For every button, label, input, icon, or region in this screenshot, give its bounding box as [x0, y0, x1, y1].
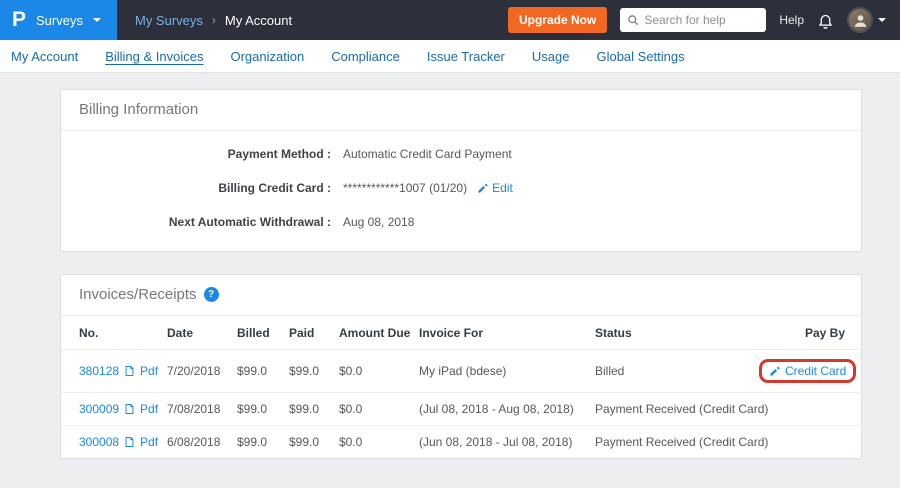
invoice-for: My iPad (bdese)	[419, 350, 595, 393]
payment-method-row: Payment Method : Automatic Credit Card P…	[79, 137, 843, 171]
billing-credit-card-value: ************1007 (01/20)	[343, 181, 467, 195]
invoice-number-link[interactable]: 300008	[79, 435, 119, 449]
invoice-pay-by	[759, 426, 863, 459]
billing-information-card: Billing Information Payment Method : Aut…	[60, 89, 862, 252]
pdf-file-icon	[124, 403, 135, 415]
col-billed: Billed	[237, 316, 289, 350]
invoice-date: 6/08/2018	[167, 426, 237, 459]
pdf-link[interactable]: Pdf	[140, 402, 158, 416]
invoice-status: Payment Received (Credit Card)	[595, 393, 759, 426]
topbar-actions: Upgrade Now Help	[508, 7, 900, 33]
tab-usage[interactable]: Usage	[532, 49, 570, 64]
brand-logo: P	[12, 8, 26, 32]
billing-information-body: Payment Method : Automatic Credit Card P…	[61, 131, 861, 251]
invoices-receipts-title: Invoices/Receipts	[79, 286, 197, 303]
pdf-link[interactable]: Pdf	[140, 364, 158, 378]
edit-credit-card-link[interactable]: Edit	[477, 181, 513, 195]
pdf-file-icon	[124, 436, 135, 448]
avatar	[847, 7, 873, 33]
invoices-table: No. Date Billed Paid Amount Due Invoice …	[61, 316, 863, 458]
invoices-receipts-card: Invoices/Receipts ? No. Date Billed Paid…	[60, 274, 862, 459]
invoice-amount-due: $0.0	[339, 393, 419, 426]
tab-issue-tracker[interactable]: Issue Tracker	[427, 49, 505, 64]
billing-credit-card-row: Billing Credit Card : ************1007 (…	[79, 171, 843, 205]
payment-method-value: Automatic Credit Card Payment	[343, 147, 512, 161]
invoice-date: 7/08/2018	[167, 393, 237, 426]
table-row: 380128 Pdf 7/20/2018 $99.0 $99.0 $0.0 My…	[61, 350, 863, 393]
billing-information-header: Billing Information	[61, 90, 861, 131]
chevron-down-icon	[878, 18, 886, 22]
product-switcher[interactable]: P Surveys	[0, 0, 117, 40]
user-menu[interactable]	[847, 7, 886, 33]
tab-compliance[interactable]: Compliance	[331, 49, 400, 64]
next-withdrawal-label: Next Automatic Withdrawal :	[79, 215, 331, 229]
invoices-receipts-header: Invoices/Receipts ?	[61, 275, 861, 316]
col-invoice-for: Invoice For	[419, 316, 595, 350]
breadcrumb: My Surveys › My Account	[135, 13, 292, 28]
notifications-bell-icon[interactable]	[817, 12, 834, 29]
invoice-status: Payment Received (Credit Card)	[595, 426, 759, 459]
table-header-row: No. Date Billed Paid Amount Due Invoice …	[61, 316, 863, 350]
invoice-status: Billed	[595, 350, 759, 393]
col-amount-due: Amount Due	[339, 316, 419, 350]
annotation-highlight: Credit Card	[759, 359, 856, 383]
help-search	[620, 8, 766, 32]
table-row: 300009 Pdf 7/08/2018 $99.0 $99.0 $0.0 (J…	[61, 393, 863, 426]
col-paid: Paid	[289, 316, 339, 350]
pay-by-credit-card-link[interactable]: Credit Card	[785, 364, 846, 378]
pencil-icon	[769, 366, 780, 377]
account-tabs: My Account Billing & Invoices Organizati…	[0, 40, 900, 73]
breadcrumb-my-surveys[interactable]: My Surveys	[135, 13, 203, 28]
top-bar: P Surveys My Surveys › My Account Upgrad…	[0, 0, 900, 40]
tab-global-settings[interactable]: Global Settings	[596, 49, 684, 64]
invoice-paid: $99.0	[289, 426, 339, 459]
col-pay-by: Pay By	[759, 316, 863, 350]
page-content: Billing Information Payment Method : Aut…	[0, 73, 900, 459]
col-date: Date	[167, 316, 237, 350]
invoice-date: 7/20/2018	[167, 350, 237, 393]
invoice-billed: $99.0	[237, 426, 289, 459]
table-row: 300008 Pdf 6/08/2018 $99.0 $99.0 $0.0 (J…	[61, 426, 863, 459]
invoice-amount-due: $0.0	[339, 426, 419, 459]
next-withdrawal-value: Aug 08, 2018	[343, 215, 414, 229]
pdf-file-icon	[124, 365, 135, 377]
search-icon	[627, 14, 639, 26]
tab-my-account[interactable]: My Account	[11, 49, 78, 64]
chevron-down-icon	[93, 18, 101, 22]
pencil-icon	[477, 183, 488, 194]
payment-method-label: Payment Method :	[79, 147, 331, 161]
invoice-billed: $99.0	[237, 350, 289, 393]
tab-billing-invoices[interactable]: Billing & Invoices	[105, 49, 203, 64]
upgrade-now-button[interactable]: Upgrade Now	[508, 7, 607, 33]
breadcrumb-separator: ›	[212, 13, 216, 27]
invoice-paid: $99.0	[289, 393, 339, 426]
invoice-amount-due: $0.0	[339, 350, 419, 393]
invoice-number-link[interactable]: 300009	[79, 402, 119, 416]
col-no: No.	[61, 316, 167, 350]
invoice-billed: $99.0	[237, 393, 289, 426]
breadcrumb-my-account: My Account	[225, 13, 292, 28]
billing-information-title: Billing Information	[79, 101, 198, 118]
invoice-for: (Jun 08, 2018 - Jul 08, 2018)	[419, 426, 595, 459]
invoice-pay-by	[759, 393, 863, 426]
search-input[interactable]	[620, 8, 766, 32]
help-icon[interactable]: ?	[204, 287, 219, 302]
help-link[interactable]: Help	[779, 13, 804, 27]
billing-credit-card-label: Billing Credit Card :	[79, 181, 331, 195]
next-withdrawal-row: Next Automatic Withdrawal : Aug 08, 2018	[79, 205, 843, 239]
product-label: Surveys	[36, 13, 83, 28]
col-status: Status	[595, 316, 759, 350]
invoice-paid: $99.0	[289, 350, 339, 393]
tab-organization[interactable]: Organization	[230, 49, 304, 64]
invoice-for: (Jul 08, 2018 - Aug 08, 2018)	[419, 393, 595, 426]
invoice-number-link[interactable]: 380128	[79, 364, 119, 378]
pdf-link[interactable]: Pdf	[140, 435, 158, 449]
edit-label: Edit	[492, 181, 513, 195]
